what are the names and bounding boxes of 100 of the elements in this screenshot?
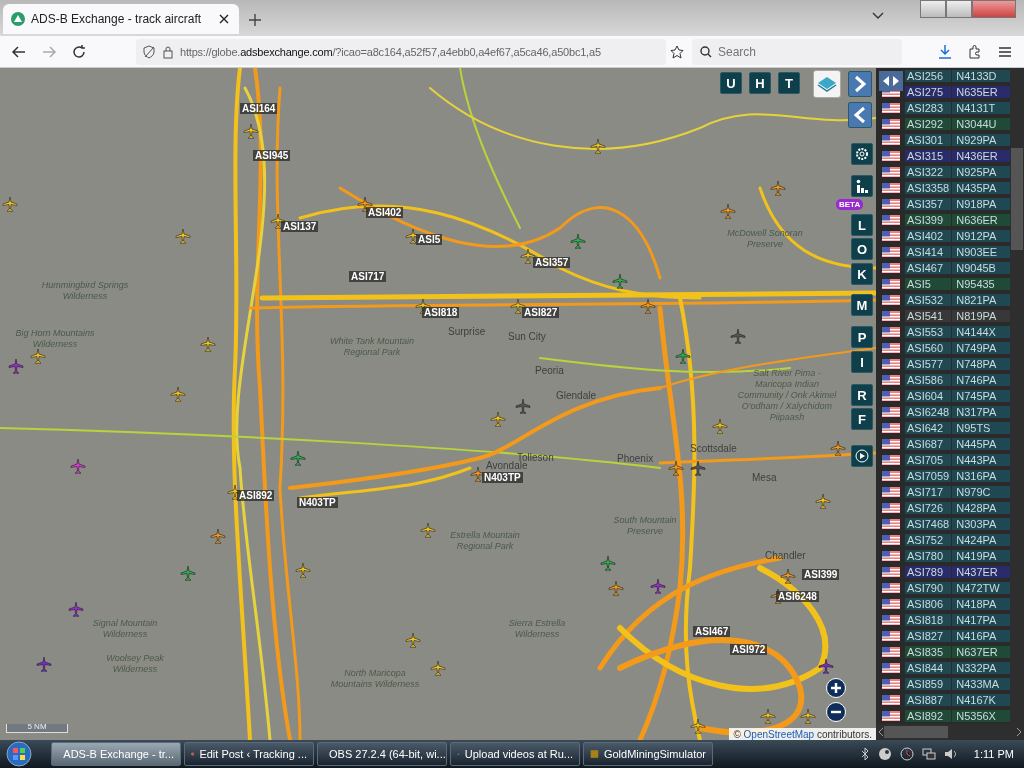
- list-cell[interactable]: ASI560: [905, 341, 952, 354]
- taskbar-button[interactable]: Edit Post ‹ Tracking ...: [184, 742, 314, 766]
- aircraft-label[interactable]: ASI827: [522, 307, 560, 318]
- list-cell[interactable]: N472TW: [951, 581, 1010, 594]
- list-cell[interactable]: N929PA: [951, 133, 1010, 146]
- list-cell[interactable]: N979C: [951, 485, 1010, 498]
- map-button[interactable]: T: [778, 72, 800, 94]
- list-cell[interactable]: ASI6248: [905, 405, 952, 418]
- list-cell[interactable]: N918PA: [951, 197, 1010, 210]
- list-cell[interactable]: ASI402: [905, 229, 952, 242]
- list-cell[interactable]: ASI577: [905, 357, 952, 370]
- close-icon[interactable]: [217, 12, 231, 26]
- zoom-in-icon[interactable]: [826, 678, 846, 698]
- airplane-icon[interactable]: [690, 460, 706, 476]
- aircraft-label[interactable]: ASI467: [693, 626, 731, 637]
- aircraft-label[interactable]: ASI717: [349, 271, 387, 282]
- list-cell[interactable]: N433MA: [951, 677, 1010, 690]
- list-cell[interactable]: ASI7059: [905, 469, 952, 482]
- list-cell[interactable]: N445PA: [951, 437, 1010, 450]
- aircraft-label[interactable]: ASI972: [730, 644, 768, 655]
- list-cell[interactable]: ASI687: [905, 437, 952, 450]
- aircraft-label[interactable]: ASI818: [422, 307, 460, 318]
- list-cell[interactable]: ASI532: [905, 293, 952, 306]
- list-cell[interactable]: N443PA: [951, 453, 1010, 466]
- map-button[interactable]: F: [851, 408, 873, 430]
- settings-icon[interactable]: [851, 143, 873, 165]
- aircraft-label[interactable]: N403TP: [297, 497, 338, 508]
- minimize-button[interactable]: [920, 0, 946, 18]
- map-button[interactable]: K: [851, 263, 873, 285]
- list-cell[interactable]: ASI604: [905, 389, 952, 402]
- list-cell[interactable]: ASI315: [905, 149, 952, 162]
- chart-icon[interactable]: [851, 175, 873, 197]
- airplane-icon[interactable]: [612, 273, 628, 289]
- list-cell[interactable]: N925PA: [951, 165, 1010, 178]
- list-cell[interactable]: N5356X: [951, 709, 1010, 722]
- list-cell[interactable]: N903EE: [951, 245, 1010, 258]
- list-cell[interactable]: ASI844: [905, 661, 952, 674]
- list-cell[interactable]: ASI827: [905, 629, 952, 642]
- list-cell[interactable]: ASI399: [905, 213, 952, 226]
- expand-icon[interactable]: [879, 71, 903, 91]
- layers-icon[interactable]: [813, 70, 841, 98]
- list-cell[interactable]: N4131T: [951, 101, 1010, 114]
- list-cell[interactable]: ASI292: [905, 117, 952, 130]
- list-cell[interactable]: ASI275: [905, 85, 952, 98]
- list-cell[interactable]: ASI780: [905, 549, 952, 562]
- clock-icon[interactable]: [899, 747, 914, 761]
- aircraft-label[interactable]: ASI6248: [776, 591, 819, 602]
- scrollbar-thumb[interactable]: [1011, 148, 1023, 250]
- map-button[interactable]: I: [851, 351, 873, 373]
- zoom-out-icon[interactable]: [826, 702, 846, 722]
- list-cell[interactable]: N437ER: [951, 565, 1010, 578]
- list-cell[interactable]: N749PA: [951, 341, 1010, 354]
- aircraft-label[interactable]: ASI137: [281, 221, 319, 232]
- list-cell[interactable]: ASI256: [905, 69, 952, 82]
- browser-tab[interactable]: ADS-B Exchange - track aircraft: [3, 4, 239, 34]
- speaker-icon[interactable]: [943, 747, 958, 761]
- attribution-link[interactable]: OpenStreetMap: [743, 729, 815, 740]
- aircraft-label[interactable]: ASI164: [240, 103, 278, 114]
- list-cell[interactable]: ASI7468: [905, 517, 952, 530]
- list-cell[interactable]: ASI414: [905, 245, 952, 258]
- list-cell[interactable]: ASI3358: [905, 181, 952, 194]
- map-button[interactable]: R: [851, 384, 873, 406]
- list-cell[interactable]: ASI301: [905, 133, 952, 146]
- map-button[interactable]: P: [851, 326, 873, 348]
- scrollbar[interactable]: [876, 724, 1024, 740]
- list-cell[interactable]: N4144X: [951, 325, 1010, 338]
- list-cell[interactable]: N746PA: [951, 373, 1010, 386]
- list-cell[interactable]: N436ER: [951, 149, 1010, 162]
- aircraft-label[interactable]: ASI402: [366, 207, 404, 218]
- list-cell[interactable]: ASI887: [905, 693, 952, 706]
- list-cell[interactable]: ASI752: [905, 533, 952, 546]
- list-cell[interactable]: N418PA: [951, 597, 1010, 610]
- map-button[interactable]: L: [851, 214, 873, 236]
- list-cell[interactable]: ASI790: [905, 581, 952, 594]
- list-cell[interactable]: ASI892: [905, 709, 952, 722]
- list-cell[interactable]: N419PA: [951, 549, 1010, 562]
- taskbar-button[interactable]: OBS 27.2.4 (64-bit, wi...: [317, 742, 447, 766]
- maximize-button[interactable]: [946, 0, 972, 18]
- list-cell[interactable]: ASI642: [905, 421, 952, 434]
- list-cell[interactable]: N95435: [951, 277, 1010, 290]
- list-cell[interactable]: ASI859: [905, 677, 952, 690]
- list-cell[interactable]: ASI283: [905, 101, 952, 114]
- list-cell[interactable]: N4133D: [951, 69, 1010, 82]
- map-button[interactable]: H: [749, 72, 771, 94]
- network-icon[interactable]: [921, 747, 936, 761]
- search-field[interactable]: Search: [692, 38, 902, 65]
- bluetooth-icon[interactable]: [859, 747, 870, 761]
- next-icon[interactable]: [848, 71, 872, 97]
- scrollbar[interactable]: [1010, 68, 1024, 724]
- list-cell[interactable]: ASI553: [905, 325, 952, 338]
- aircraft-label[interactable]: ASI892: [237, 490, 275, 501]
- chevron-down-icon[interactable]: [872, 12, 884, 20]
- taskbar-button[interactable]: ADS-B Exchange - tr...: [51, 742, 181, 766]
- list-cell[interactable]: N435PA: [951, 181, 1010, 194]
- list-cell[interactable]: N9045B: [951, 261, 1010, 274]
- list-cell[interactable]: N819PA: [951, 309, 1010, 322]
- list-cell[interactable]: ASI818: [905, 613, 952, 626]
- list-cell[interactable]: N637ER: [951, 645, 1010, 658]
- list-cell[interactable]: N417PA: [951, 613, 1010, 626]
- aircraft-label[interactable]: ASI357: [533, 257, 571, 268]
